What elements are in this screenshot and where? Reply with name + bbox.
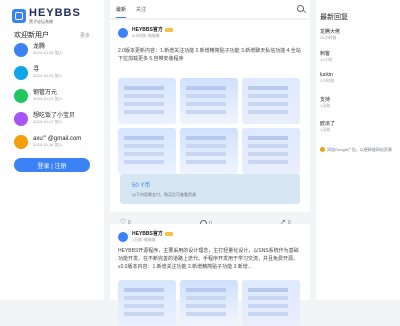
notice-icon (320, 147, 325, 152)
post-images (118, 280, 300, 326)
paid-tip: 以下内容需支付，购买后可查看资源 (132, 192, 196, 197)
post-author[interactable]: HEYBBS官方 (132, 230, 173, 237)
logo-icon (12, 9, 26, 23)
reply-time: 1天前 (320, 103, 331, 108)
right-sidebar: 最新回复 龙腾大佬 22小时前 刺客 12小时 luckin 1小时前 支持 1… (316, 0, 400, 300)
post-image[interactable] (180, 280, 238, 326)
user-join-time: 2024-10-16 加入 (33, 142, 63, 148)
new-user-item[interactable]: 钢管万元 2024-10-21 加入 (14, 89, 63, 103)
avatar[interactable] (118, 231, 128, 242)
tab-following[interactable]: 关注 (136, 6, 146, 13)
post-content[interactable]: HEYBBS开源程序，主要采用的设计理念，主打轻量化设计，以SNS系统作为基础功… (118, 248, 302, 271)
reply-time: 12小时 (320, 57, 333, 62)
new-user-item[interactable]: axu''' @gmail.com 2024-10-16 加入 (14, 135, 81, 149)
tab-latest[interactable]: 最新 (116, 6, 127, 18)
main-feed: 最新 关注 HEYBBS官方 5小时前 电脑端 2.0版本更新内容：1.新增关注… (110, 0, 310, 326)
avatar (14, 135, 28, 149)
ad-notice[interactable]: 添加Google广告，以便释放网站资源 (320, 147, 394, 153)
post-header: HEYBBS官方 5小时前 电脑端 (118, 26, 173, 39)
new-users-more-link[interactable]: 更多 (80, 32, 90, 39)
post-image[interactable] (242, 78, 300, 124)
reply-item[interactable]: 支持 1天前 (320, 96, 394, 109)
ad-notice-text: 添加Google广告，以便释放网站资源 (327, 147, 392, 152)
new-user-item[interactable]: 龙腾 2024-10-28 加入 (14, 43, 63, 57)
search-icon[interactable] (297, 5, 304, 12)
post-content[interactable]: 2.0版本更新内容：1.新增关注功能 2.新增精简贴子功能 3.新增聊天私信功能… (118, 48, 302, 64)
official-badge-icon (164, 27, 173, 32)
post-card[interactable]: HEYBBS官方 1日前 电脑端 HEYBBS开源程序，主要采用的设计理念，主打… (110, 224, 310, 326)
user-join-time: 2024-10-25 加入 (33, 73, 63, 79)
post-time: 5小时前 电脑端 (132, 33, 160, 38)
new-user-item[interactable]: 寻 2024-10-25 加入 (14, 66, 63, 80)
reply-time: 1小时前 (320, 78, 335, 83)
reply-item[interactable]: 刺客 12小时 (320, 50, 394, 63)
left-sidebar: HEYBBS 黑子论坛系统 欢迎新用户 更多 龙腾 2024-10-28 加入 … (0, 0, 104, 300)
post-image[interactable] (242, 280, 300, 326)
user-join-time: 2024-10-21 加入 (33, 96, 63, 102)
post-header: HEYBBS官方 1日前 电脑端 (118, 230, 173, 243)
reply-user: 龙腾大佬 (320, 29, 341, 35)
post-card[interactable]: HEYBBS官方 5小时前 电脑端 2.0版本更新内容：1.新增关注功能 2.新… (110, 20, 310, 227)
new-users-title: 欢迎新用户 (14, 32, 49, 39)
official-badge-icon (164, 231, 173, 236)
reply-time: 22小时前 (320, 35, 337, 40)
brand-subtitle: 黑子论坛系统 (29, 19, 53, 24)
reply-user: 欧派了 (320, 121, 336, 127)
post-images (118, 128, 300, 174)
reply-item[interactable]: 欧派了 1天前 (320, 120, 394, 133)
post-image[interactable] (180, 128, 238, 174)
avatar (14, 66, 28, 80)
brand-name: HEYBBS (29, 7, 81, 19)
post-images (118, 78, 300, 124)
reply-item[interactable]: luckin 1小时前 (320, 72, 394, 84)
post-image[interactable] (118, 78, 176, 124)
reply-time: 1天前 (320, 127, 331, 132)
avatar (14, 43, 28, 57)
post-image[interactable] (180, 78, 238, 124)
paid-content-box[interactable]: 50 Y币 以下内容需支付，购买后可查看资源 (120, 174, 300, 204)
avatar (14, 89, 28, 103)
reply-item[interactable]: 龙腾大佬 22小时前 (320, 28, 394, 41)
login-register-button[interactable]: 登录 | 注册 (14, 158, 90, 172)
post-author[interactable]: HEYBBS官方 (132, 26, 173, 33)
feed-tabs: 最新 关注 (110, 0, 310, 19)
user-join-time: 2024-10-28 加入 (33, 50, 63, 56)
post-image[interactable] (118, 280, 176, 326)
brand-logo[interactable]: HEYBBS 黑子论坛系统 (12, 8, 81, 24)
post-time: 1日前 电脑端 (132, 237, 156, 242)
new-user-item[interactable]: 想吃饭了小宝贝 2024-10-17 加入 (14, 112, 75, 126)
paid-price: 50 Y币 (132, 183, 151, 189)
post-image[interactable] (118, 128, 176, 174)
reply-user: 刺客 (320, 51, 331, 57)
latest-replies-title: 最新回复 (320, 14, 348, 21)
new-users-header: 欢迎新用户 更多 (14, 30, 90, 40)
avatar (14, 112, 28, 126)
user-join-time: 2024-10-17 加入 (33, 119, 63, 125)
avatar[interactable] (118, 27, 128, 38)
post-image[interactable] (242, 128, 300, 174)
reply-user: 支持 (320, 97, 331, 103)
